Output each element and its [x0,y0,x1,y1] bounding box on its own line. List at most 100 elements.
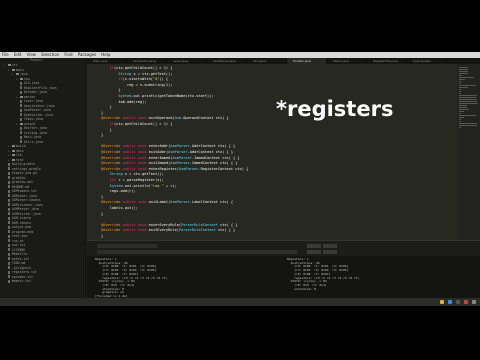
file-icon [20,108,23,112]
replace-all-button[interactable] [323,250,337,254]
file-icon [8,162,11,166]
code-line: @Override public void enterEveryRule(Par… [101,222,238,227]
find-all-button[interactable] [323,244,337,248]
chevron-right-icon: ▸ [8,67,10,72]
file-icon [8,198,11,202]
code-line: } [101,110,104,115]
file-icon [8,239,11,243]
find-input[interactable] [97,244,157,248]
file-icon [8,212,11,216]
line-gutter [87,64,99,240]
file-icon [8,203,11,207]
tree-item-label: memory.txt [11,279,32,283]
file-icon [8,257,11,261]
file-icon [8,225,11,229]
file-icon [8,189,11,193]
code-line: @Override public void exitEveryRule(Pars… [101,228,236,233]
file-icon [8,275,11,279]
file-icon [20,113,23,117]
code-line: String s = ctx.getText(); [109,172,164,177]
file-icon [20,104,23,108]
console-line: stacksize: 8 [287,286,316,291]
folder-icon [11,68,15,71]
file-icon [8,207,11,211]
code-line: String s = ctx.getText(); [118,71,173,76]
minimap-line [459,79,465,80]
editor-window: File Edit View Selection Find Packages Help Pr… [0,52,480,306]
chevron-right-icon: ▸ [8,157,10,162]
minimap-line [459,83,461,84]
folder-icon [19,122,23,125]
file-icon [8,234,11,238]
code-line: @Override public void enterImmed(AsmPars… [101,155,240,160]
terminal-icon[interactable] [456,300,460,304]
code-line: } [101,127,112,132]
file-icon [8,279,11,283]
minimap-line [459,109,469,110]
chrome-icon[interactable] [440,300,444,304]
settings-icon[interactable] [464,300,468,304]
minimap-line [459,113,461,114]
minimap-line [459,87,469,88]
file-icon [8,167,11,171]
overlay-title: *registers [276,97,394,121]
tree-item-label: Utils.java [23,139,44,144]
minimap-line [459,95,477,96]
code-line: System.out.println(getTokenName(ctx.star… [118,94,214,98]
code-line: if(ctx.getChildCount() > 1) { [109,66,173,70]
chevron-right-icon: ▸ [16,94,18,99]
minimap-line [459,67,469,68]
letterbox-bottom [0,306,480,360]
minimap[interactable] [457,64,480,240]
output-console[interactable]: Registers: { Instructions: 46 [r0: 0x00 … [87,256,480,298]
folder-icon [11,145,15,148]
minimap-line [459,75,462,76]
file-icon [8,221,11,225]
replace-button[interactable] [307,250,321,254]
minimap-line [459,107,468,108]
minimap-line [459,121,461,122]
code-line: System.out.println("reg " + r); [109,183,177,188]
folder-icon [7,64,11,67]
file-icon [8,270,11,274]
code-line: @Override public void exitImmed(AsmParse… [101,161,238,166]
minimap-line [459,71,468,72]
minimap-line [459,123,477,124]
file-icon [20,99,23,103]
folder-icon [11,154,15,157]
folder-icon [19,95,23,98]
code-line: } [101,194,104,199]
find-button[interactable] [307,244,321,248]
find-panel [87,240,480,256]
minimap-line [459,77,474,78]
file-icon [20,140,23,144]
code-editor[interactable]: if(ctx.getChildCount() > 1) { String s =… [87,64,457,240]
minimap-line [459,93,461,94]
code-line: @Override public void enterRegister(AsmP… [101,166,249,171]
minimap-line [459,127,461,128]
vscode-icon[interactable] [448,300,452,304]
replace-input[interactable] [97,250,297,254]
code-line: tab.add(reg); [101,99,147,104]
minimap-line [459,81,461,82]
file-icon [20,90,23,94]
folder-icon [11,158,15,161]
file-icon [8,266,11,270]
minimap-line [459,117,464,118]
code-line: @Override public void exitOperand(Asm.Op… [101,116,229,121]
tree-file[interactable]: memory.txt [0,279,85,284]
minimap-line [459,99,478,100]
folder-icon [11,149,15,152]
minimap-line [459,69,469,70]
chevron-right-icon: ▸ [12,72,14,76]
file-icon [8,216,11,220]
file-icon [20,126,23,130]
letterbox-top [0,0,480,52]
minimap-line [459,111,464,112]
network-icon[interactable] [472,300,476,304]
minimap-line [459,105,468,106]
chevron-right-icon: ▸ [16,121,18,126]
file-icon [20,86,23,90]
code-line: @Override public void exitAddr(AsmParser… [101,150,234,154]
minimap-line [459,91,461,92]
